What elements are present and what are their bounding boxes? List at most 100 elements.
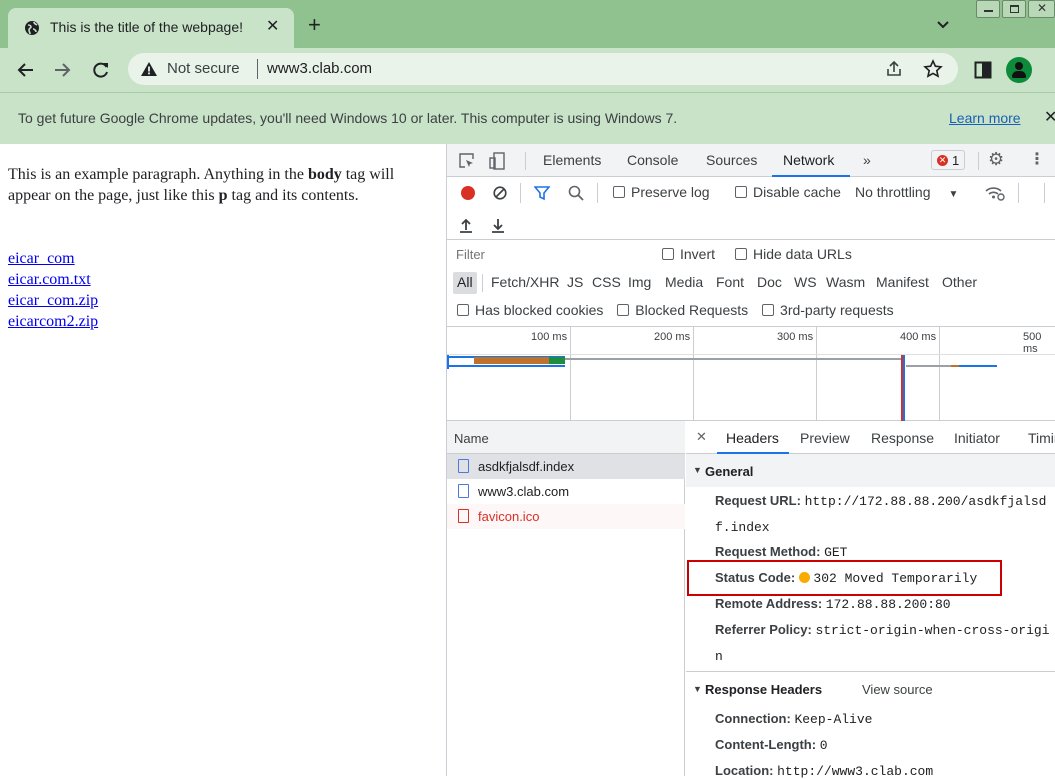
hide-data-urls-checkbox[interactable]: Hide data URLs xyxy=(735,246,852,262)
address-bar[interactable]: Not secure www3.clab.com xyxy=(128,53,958,85)
tick-100ms: 100 ms xyxy=(531,331,568,343)
close-details-icon[interactable]: ✕ xyxy=(696,429,707,445)
type-doc[interactable]: Doc xyxy=(757,274,782,290)
view-source-button[interactable]: View source xyxy=(862,682,933,697)
error-badge[interactable]: ✕ 1 xyxy=(931,150,965,170)
side-panel-icon[interactable] xyxy=(974,61,992,79)
example-paragraph: This is an example paragraph. Anything i… xyxy=(8,166,395,204)
back-arrow-icon[interactable] xyxy=(16,62,34,78)
name-header[interactable]: Name xyxy=(447,421,685,454)
bookmark-star-icon[interactable] xyxy=(923,59,943,79)
tick-300ms: 300 ms xyxy=(777,331,814,343)
filter-icon[interactable] xyxy=(534,185,550,201)
waterfall-bar xyxy=(565,358,901,360)
security-label[interactable]: Not secure xyxy=(167,60,240,77)
record-icon[interactable] xyxy=(461,186,475,200)
export-har-icon[interactable] xyxy=(491,217,505,233)
toolbar-divider xyxy=(1044,183,1045,203)
forward-arrow-icon[interactable] xyxy=(54,62,72,78)
share-icon[interactable] xyxy=(885,60,903,78)
link-eicar-com-zip[interactable]: eicar_com.zip xyxy=(8,290,98,311)
remote-address-row[interactable]: Remote Address: 172.88.88.200:80 xyxy=(715,596,951,612)
referrer-policy-cont[interactable]: n xyxy=(715,648,723,664)
request-url-row[interactable]: Request URL: http://172.88.88.200/asdkfj… xyxy=(715,493,1046,509)
response-headers-section[interactable]: ▼ Response Headers View source xyxy=(686,672,1055,706)
url-text[interactable]: www3.clab.com xyxy=(267,60,372,77)
status-highlight-box xyxy=(687,560,1002,596)
device-toolbar-icon[interactable] xyxy=(489,152,507,170)
type-wasm[interactable]: Wasm xyxy=(826,274,865,290)
link-eicarcom2-zip[interactable]: eicarcom2.zip xyxy=(8,311,98,332)
link-eicar-com-txt[interactable]: eicar.com.txt xyxy=(8,269,98,290)
filter-input[interactable] xyxy=(452,243,648,265)
request-url-cont[interactable]: f.index xyxy=(715,519,770,535)
throttling-select[interactable]: No throttling ▼ xyxy=(855,184,958,200)
new-tab-button[interactable]: + xyxy=(308,14,321,36)
tab-timing[interactable]: Timing xyxy=(1028,430,1055,446)
document-icon xyxy=(458,509,469,523)
learn-more-link[interactable]: Learn more xyxy=(949,110,1021,126)
link-eicar-com[interactable]: eicar_com xyxy=(8,248,98,269)
blocked-filters: Has blocked cookies Blocked Requests 3rd… xyxy=(457,302,1055,318)
page-content: This is an example paragraph. Anything i… xyxy=(0,144,446,776)
close-window-button[interactable]: ✕ xyxy=(1028,0,1055,18)
tab-initiator[interactable]: Initiator xyxy=(954,430,1000,446)
tab-elements[interactable]: Elements xyxy=(543,152,601,168)
type-img[interactable]: Img xyxy=(628,274,651,290)
has-blocked-cookies-checkbox[interactable]: Has blocked cookies xyxy=(457,302,603,318)
tab-preview[interactable]: Preview xyxy=(800,430,850,446)
disable-cache-checkbox[interactable]: Disable cache xyxy=(735,184,841,200)
tab-headers[interactable]: Headers xyxy=(726,430,779,446)
content-length-row[interactable]: Content-Length: 0 xyxy=(715,737,828,753)
network-toolbar: Preserve log Disable cache No throttling… xyxy=(447,177,1055,240)
general-section-header[interactable]: ▼ General xyxy=(686,454,1055,487)
tab-network[interactable]: Network xyxy=(783,152,834,168)
gear-icon[interactable]: ⚙ xyxy=(988,149,1004,170)
type-css[interactable]: CSS xyxy=(592,274,621,290)
tab-console[interactable]: Console xyxy=(627,152,678,168)
type-manifest[interactable]: Manifest xyxy=(876,274,929,290)
tab-sources[interactable]: Sources xyxy=(706,152,757,168)
request-row[interactable]: asdkfjalsdf.index xyxy=(447,454,685,479)
maximize-button[interactable] xyxy=(1002,0,1026,18)
inspect-element-icon[interactable] xyxy=(459,153,475,169)
preserve-log-checkbox[interactable]: Preserve log xyxy=(613,184,710,200)
clear-icon[interactable] xyxy=(493,186,507,200)
blocked-requests-checkbox[interactable]: Blocked Requests xyxy=(617,302,748,318)
type-fetch-xhr[interactable]: Fetch/XHR xyxy=(491,274,559,290)
close-infobar-icon[interactable]: ✕ xyxy=(1044,107,1055,127)
type-other[interactable]: Other xyxy=(942,274,977,290)
tab-divider xyxy=(525,152,526,170)
tab-strip: This is the title of the webpage! ✕ + ✕ xyxy=(0,0,1055,48)
dom-content-loaded-line xyxy=(903,355,905,421)
warning-icon[interactable] xyxy=(140,61,158,77)
more-tabs-icon[interactable]: » xyxy=(863,152,871,168)
connection-row[interactable]: Connection: Keep-Alive xyxy=(715,711,872,727)
referrer-policy-row[interactable]: Referrer Policy: strict-origin-when-cros… xyxy=(715,622,1050,638)
import-har-icon[interactable] xyxy=(459,217,473,233)
type-media[interactable]: Media xyxy=(665,274,703,290)
timeline-divider xyxy=(447,354,1055,355)
type-js[interactable]: JS xyxy=(567,274,583,290)
chevron-down-icon[interactable] xyxy=(936,18,950,32)
close-tab-icon[interactable]: ✕ xyxy=(266,16,279,36)
tick-500ms: 500 ms xyxy=(1023,331,1042,355)
invert-checkbox[interactable]: Invert xyxy=(662,246,715,262)
request-method-row[interactable]: Request Method: GET xyxy=(715,544,847,560)
reload-icon[interactable] xyxy=(92,61,110,79)
third-party-checkbox[interactable]: 3rd-party requests xyxy=(762,302,894,318)
more-options-icon[interactable]: ⋮ xyxy=(1029,149,1045,169)
tab-response[interactable]: Response xyxy=(871,430,934,446)
type-ws[interactable]: WS xyxy=(794,274,817,290)
request-row[interactable]: www3.clab.com xyxy=(447,479,685,504)
type-all[interactable]: All xyxy=(457,274,473,290)
request-row[interactable]: favicon.ico xyxy=(447,504,685,529)
location-row[interactable]: Location: http://www3.clab.com xyxy=(715,763,933,779)
minimize-button[interactable] xyxy=(976,0,1000,18)
update-infobar: To get future Google Chrome updates, you… xyxy=(0,92,1055,144)
network-conditions-icon[interactable] xyxy=(984,184,1006,202)
search-icon[interactable] xyxy=(568,185,584,201)
profile-avatar[interactable] xyxy=(1006,57,1032,83)
browser-tab[interactable]: This is the title of the webpage! ✕ xyxy=(8,8,294,48)
type-font[interactable]: Font xyxy=(716,274,744,290)
